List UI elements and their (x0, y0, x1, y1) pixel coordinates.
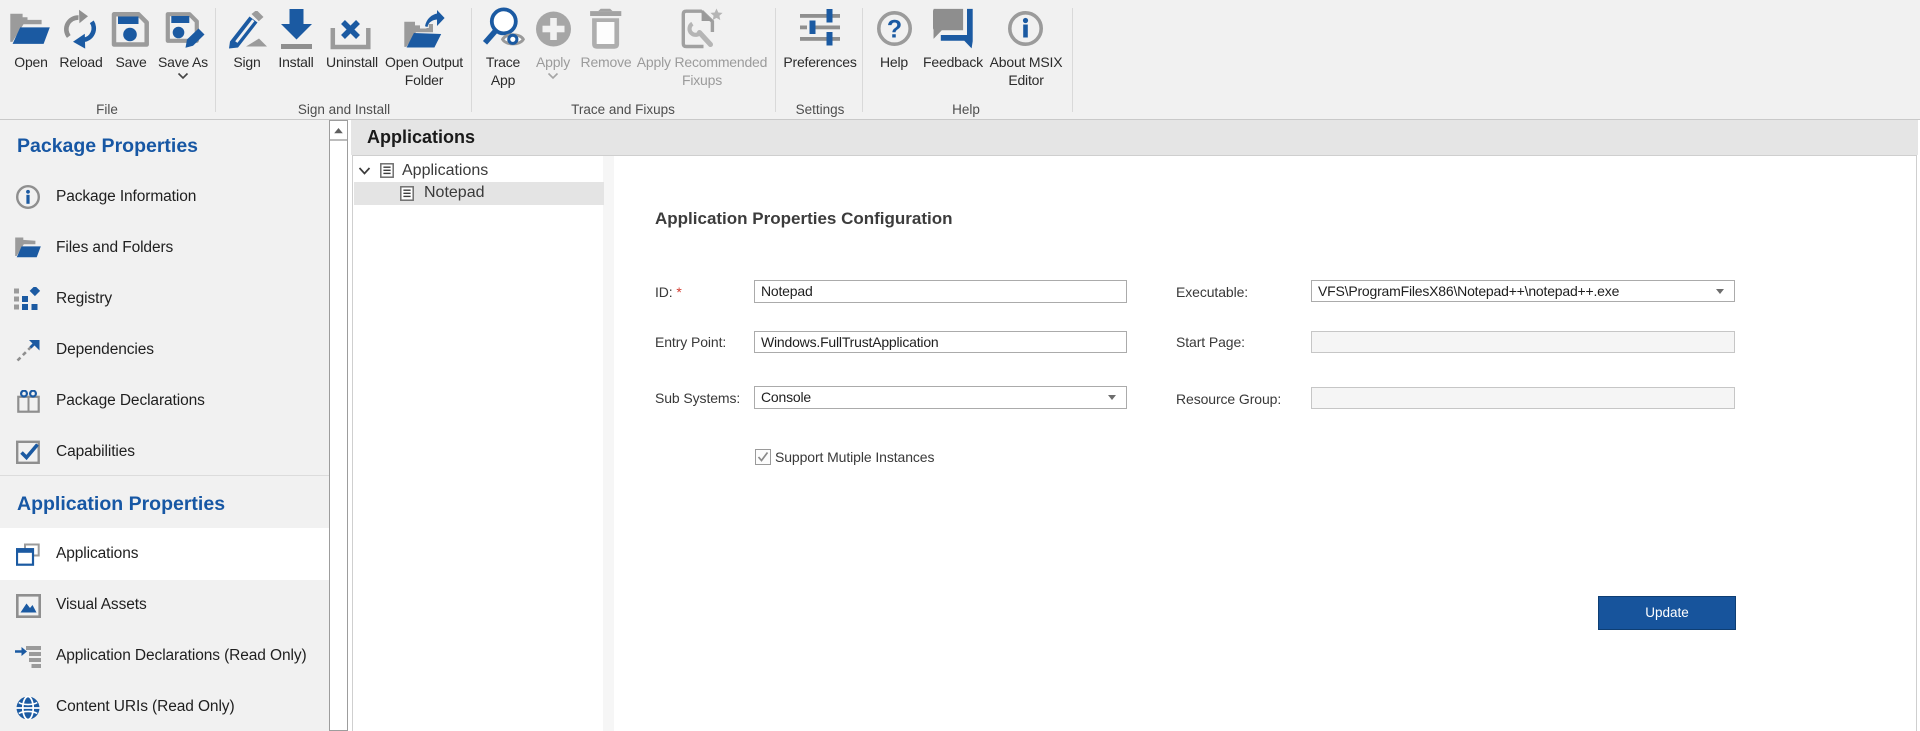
svg-text:?: ? (887, 16, 902, 44)
